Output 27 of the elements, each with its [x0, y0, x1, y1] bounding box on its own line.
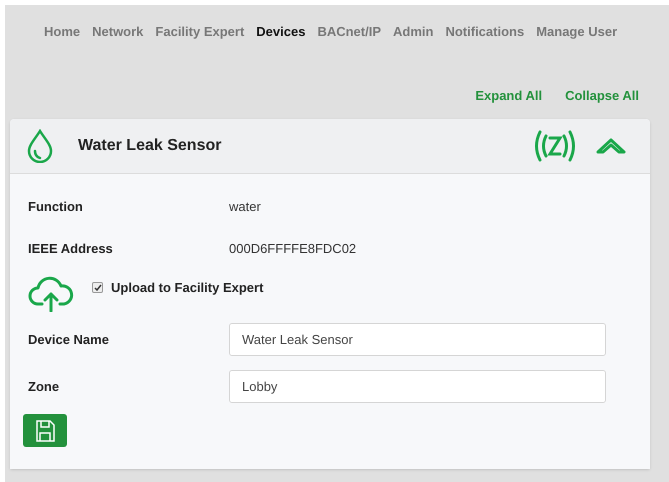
- field-label: Zone: [28, 378, 60, 396]
- nav-link[interactable]: Devices: [256, 22, 306, 42]
- field-value: water: [229, 198, 261, 216]
- nav-link[interactable]: Manage User: [536, 22, 618, 42]
- action-link[interactable]: Expand All: [475, 86, 542, 105]
- water-drop-icon: [26, 129, 54, 163]
- field-label: IEEE Address: [28, 240, 114, 258]
- collapse-button[interactable]: [596, 137, 626, 155]
- field-value: 000D6FFFFE8FDC02: [229, 240, 356, 258]
- field-label: Device Name: [28, 330, 110, 349]
- cloud-upload-icon: [28, 276, 74, 312]
- save-icon: [35, 420, 55, 442]
- nav-link[interactable]: BACnet/IP: [317, 22, 382, 42]
- nav-link[interactable]: Facility Expert: [155, 22, 244, 42]
- zwave-icon: [532, 128, 578, 164]
- nav-link[interactable]: Home: [44, 22, 80, 42]
- field-label: Function: [28, 198, 84, 216]
- card-title: Water Leak Sensor: [78, 136, 222, 156]
- save-button[interactable]: [23, 414, 67, 447]
- checkbox[interactable]: [92, 282, 103, 294]
- action-link[interactable]: Collapse All: [565, 86, 639, 105]
- input-field[interactable]: Water Leak Sensor: [229, 323, 606, 356]
- nav-link[interactable]: Notifications: [445, 22, 524, 42]
- nav-link[interactable]: Admin: [393, 22, 434, 42]
- nav-link[interactable]: Network: [92, 22, 144, 42]
- checkbox-label: Upload to Facility Expert: [111, 279, 264, 297]
- input-field[interactable]: Lobby: [229, 370, 606, 403]
